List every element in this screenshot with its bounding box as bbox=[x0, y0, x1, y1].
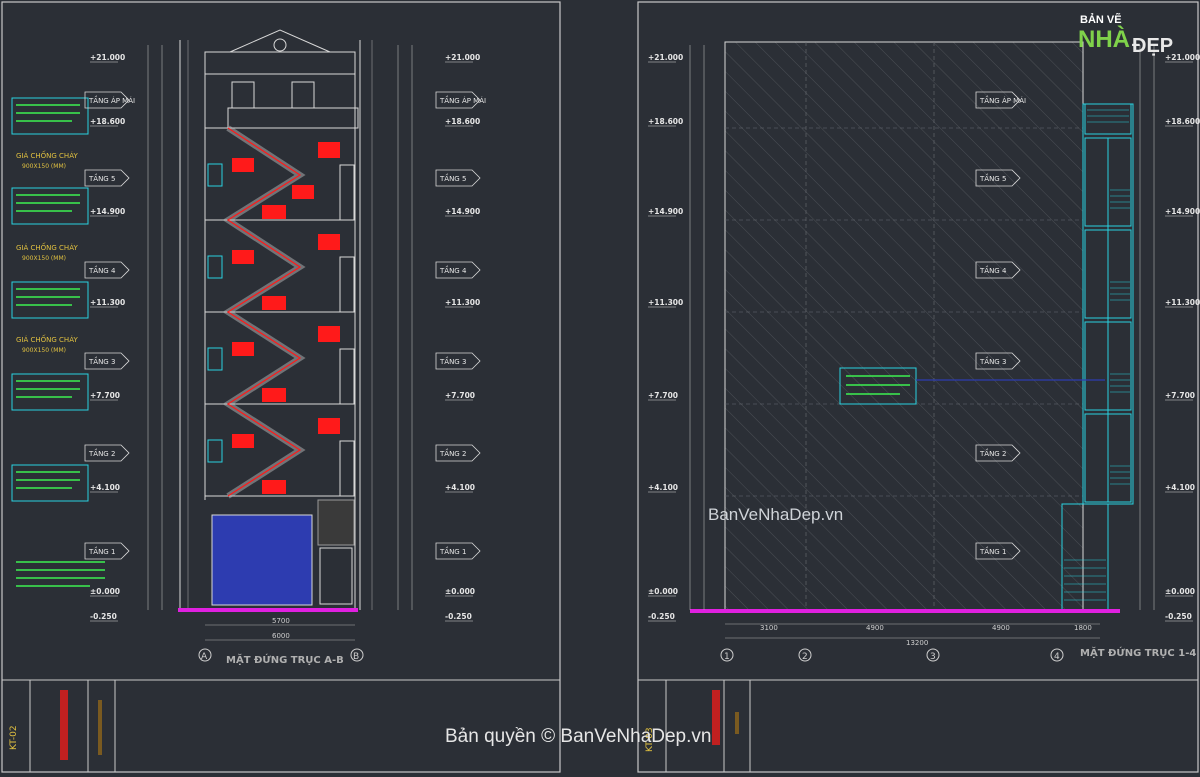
axis-label-a: A bbox=[201, 652, 208, 662]
floor-tag-3: TẦNG 3 bbox=[439, 356, 466, 366]
axis-label-4: 4 bbox=[1054, 652, 1060, 662]
floor-tag-5: TẦNG 1 bbox=[439, 546, 466, 556]
level-right-4: +7.700 bbox=[1165, 391, 1195, 400]
level-left-4: +7.700 bbox=[648, 391, 678, 400]
level-left-4: +7.700 bbox=[90, 391, 120, 400]
left-sheet-stamp: KT-02 bbox=[9, 725, 19, 750]
left-building-elevation bbox=[178, 29, 373, 612]
right-sheet: KT-03 TẦNG ÁP MÁITẦNG 5TẦNG 4TẦNG 3TẦNG … bbox=[637, 1, 1200, 773]
watermark-center: BanVeNhaDep.vn bbox=[708, 505, 844, 524]
floor-tag-4: TẦNG 2 bbox=[439, 448, 466, 458]
floor-tag-0: TẦNG ÁP MÁI bbox=[979, 95, 1026, 105]
level-left-6: ±0.000 bbox=[648, 587, 678, 596]
level-right-2: +14.900 bbox=[1165, 207, 1200, 216]
level-left-3: +11.300 bbox=[90, 298, 125, 307]
fire-size-3: 900X150 (MM) bbox=[22, 347, 66, 354]
level-left-6: ±0.000 bbox=[90, 587, 120, 596]
level-left-7: -0.250 bbox=[648, 612, 675, 621]
floor-tag-1: TẦNG 5 bbox=[439, 173, 466, 183]
floor-tag-5: TẦNG 1 bbox=[88, 546, 115, 556]
floor-tag-4: TẦNG 2 bbox=[88, 448, 115, 458]
ground-floor-door bbox=[211, 514, 313, 606]
level-left-0: +21.000 bbox=[648, 53, 683, 62]
right-axis-bubbles: 1 2 3 4 bbox=[720, 648, 1064, 662]
right-dim-total: 13200 bbox=[906, 639, 928, 647]
level-left-2: +14.900 bbox=[90, 207, 125, 216]
level-right-1: +18.600 bbox=[445, 117, 480, 126]
floor-tag-0: TẦNG ÁP MÁI bbox=[439, 95, 486, 105]
axis-label-1: 1 bbox=[724, 652, 730, 662]
level-right-7: -0.250 bbox=[445, 612, 472, 621]
axis-label-3: 3 bbox=[930, 652, 936, 662]
axis-label-2: 2 bbox=[802, 652, 808, 662]
level-left-1: +18.600 bbox=[648, 117, 683, 126]
right-dim-2: 4900 bbox=[992, 624, 1010, 632]
watermark-bottom: Bản quyền © BanVeNhaDep.vn bbox=[445, 726, 712, 747]
left-sheet-title: MẶT ĐỨNG TRỤC A-B bbox=[226, 652, 344, 666]
floor-tag-2: TẦNG 4 bbox=[439, 265, 467, 275]
level-right-6: ±0.000 bbox=[1165, 587, 1195, 596]
logo-line-2: NHÀ bbox=[1078, 26, 1130, 53]
level-left-5: +4.100 bbox=[648, 483, 678, 492]
right-dim-0: 3100 bbox=[760, 624, 778, 632]
floor-tag-0: TẦNG ÁP MÁI bbox=[88, 95, 135, 105]
level-left-5: +4.100 bbox=[90, 483, 120, 492]
fire-size-5: 900X150 (MM) bbox=[22, 163, 66, 170]
level-right-4: +7.700 bbox=[445, 391, 475, 400]
brand-logo: BẢN VẼ NHÀ ĐẸP bbox=[1072, 12, 1194, 66]
floor-tag-2: TẦNG 4 bbox=[88, 265, 116, 275]
cad-drawing-canvas: KT-02 GIÁ CHỐNG CHÁY 900X150 (MM) GIÁ CH… bbox=[1, 1, 1200, 773]
fire-note-3: GIÁ CHỐNG CHÁY bbox=[16, 334, 78, 344]
level-left-7: -0.250 bbox=[90, 612, 117, 621]
fire-note-4: GIÁ CHỐNG CHÁY bbox=[16, 242, 78, 252]
level-right-5: +4.100 bbox=[1165, 483, 1195, 492]
floor-tag-1: TẦNG 5 bbox=[979, 173, 1006, 183]
level-left-3: +11.300 bbox=[648, 298, 683, 307]
left-sheet: KT-02 GIÁ CHỐNG CHÁY 900X150 (MM) GIÁ CH… bbox=[1, 1, 561, 773]
level-right-5: +4.100 bbox=[445, 483, 475, 492]
left-dim-0: 5700 bbox=[272, 617, 290, 625]
right-dim-1: 4900 bbox=[866, 624, 884, 632]
right-sheet-title: MẶT ĐỨNG TRỤC 1-4 bbox=[1080, 645, 1196, 659]
right-dim-3: 1800 bbox=[1074, 624, 1092, 632]
level-right-2: +14.900 bbox=[445, 207, 480, 216]
level-right-0: +21.000 bbox=[445, 53, 480, 62]
floor-tag-2: TẦNG 4 bbox=[979, 265, 1007, 275]
fire-note-5: GIÁ CHỐNG CHÁY bbox=[16, 150, 78, 160]
title-block-stamp-red bbox=[60, 690, 68, 760]
floor-tag-3: TẦNG 3 bbox=[88, 356, 115, 366]
level-right-3: +11.300 bbox=[445, 298, 480, 307]
fire-size-4: 900X150 (MM) bbox=[22, 255, 66, 262]
left-dim-1: 6000 bbox=[272, 632, 290, 640]
level-right-3: +11.300 bbox=[1165, 298, 1200, 307]
level-right-6: ±0.000 bbox=[445, 587, 475, 596]
level-left-0: +21.000 bbox=[90, 53, 125, 62]
level-left-2: +14.900 bbox=[648, 207, 683, 216]
floor-tag-4: TẦNG 2 bbox=[979, 448, 1006, 458]
left-green-notes: GIÁ CHỐNG CHÁY 900X150 (MM) GIÁ CHỐNG CH… bbox=[11, 97, 105, 587]
level-left-1: +18.600 bbox=[90, 117, 125, 126]
level-right-7: -0.250 bbox=[1165, 612, 1192, 621]
logo-line-3: ĐẸP bbox=[1132, 35, 1174, 57]
floor-tag-5: TẦNG 1 bbox=[979, 546, 1006, 556]
floor-tag-1: TẦNG 5 bbox=[88, 173, 115, 183]
logo-line-1: BẢN VẼ bbox=[1080, 14, 1122, 26]
floor-tag-3: TẦNG 3 bbox=[979, 356, 1006, 366]
level-right-1: +18.600 bbox=[1165, 117, 1200, 126]
axis-label-b: B bbox=[353, 652, 359, 662]
